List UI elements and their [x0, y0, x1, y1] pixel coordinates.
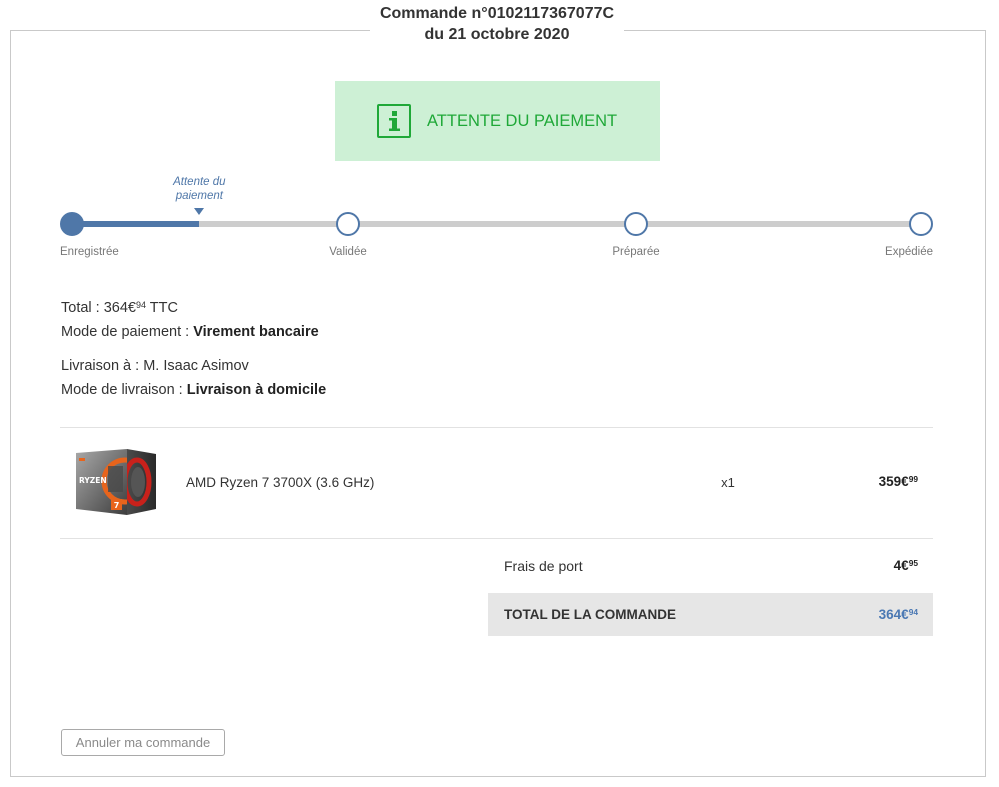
product-name[interactable]: AMD Ryzen 7 3700X (3.6 GHz) [186, 474, 374, 492]
divider [60, 538, 933, 539]
step-label-validated: Validée [329, 246, 367, 258]
box-badge-text: 7 [114, 501, 120, 510]
summary-payment-line: Mode de paiement : Virement bancaire [61, 320, 319, 344]
summary-total-label: Total : [61, 300, 100, 316]
shipping-cents: 95 [908, 558, 918, 569]
summary-total-line: Total : 364€94 TTC [61, 296, 319, 320]
summary-delivery-mode-value: Livraison à domicile [186, 382, 327, 398]
summary-total-euros: 364€ [103, 300, 136, 316]
order-header: Commande n°0102117367077C du 21 octobre … [370, 3, 624, 45]
product-price-euros: 359€ [878, 474, 909, 489]
summary-total-suffix: TTC [149, 300, 178, 316]
progress-step-validated [336, 212, 360, 236]
divider [60, 427, 933, 428]
product-price: 359€99 [879, 473, 918, 492]
summary-delivery-to-line: Livraison à : M. Isaac Asimov [61, 354, 326, 378]
marker-arrow-down-icon [194, 208, 205, 215]
order-total-cents: 94 [908, 607, 918, 618]
shipping-amount: 4€95 [894, 557, 918, 576]
product-image[interactable]: RYZEN 7 [75, 448, 157, 516]
cancel-order-button[interactable]: Annuler ma commande [61, 729, 225, 756]
summary-payment-label: Mode de paiement : [61, 324, 190, 340]
shipping-euros: 4€ [893, 558, 909, 573]
order-total-bar: TOTAL DE LA COMMANDE 364€94 [488, 593, 933, 636]
order-total-amount: 364€94 [879, 607, 918, 622]
progress-current-label-line1: Attente du [173, 176, 226, 188]
progress-track [72, 221, 921, 227]
shipping-label: Frais de port [504, 558, 583, 574]
order-summary-delivery: Livraison à : M. Isaac Asimov Mode de li… [61, 354, 326, 402]
summary-delivery-to-value: M. Isaac Asimov [143, 358, 249, 374]
status-banner: ATTENTE DU PAIEMENT [335, 81, 660, 161]
progress-current-marker: Attente du paiement [154, 175, 244, 215]
step-label-registered: Enregistrée [60, 246, 119, 258]
progress-current-label-line2: paiement [175, 190, 223, 202]
progress-step-shipped [909, 212, 933, 236]
step-label-prepared: Préparée [612, 246, 660, 258]
summary-total-cents: 94 [135, 299, 146, 310]
order-date: du 21 octobre 2020 [424, 26, 570, 43]
progress-fill [72, 221, 200, 227]
progress-step-prepared [624, 212, 648, 236]
box-brand-text: RYZEN [79, 476, 107, 485]
summary-payment-value: Virement bancaire [193, 324, 319, 340]
summary-delivery-to-label: Livraison à : [61, 358, 140, 374]
summary-delivery-mode-label: Mode de livraison : [61, 382, 183, 398]
order-total-euros: 364€ [878, 607, 909, 622]
info-icon [377, 104, 411, 138]
summary-delivery-mode-line: Mode de livraison : Livraison à domicile [61, 378, 326, 402]
order-total-label: TOTAL DE LA COMMANDE [504, 607, 676, 622]
product-price-cents: 99 [908, 474, 918, 485]
order-progress-tracker: Attente du paiement [60, 176, 933, 236]
product-quantity: x1 [721, 475, 735, 490]
progress-step-registered [60, 212, 84, 236]
status-label: ATTENTE DU PAIEMENT [427, 111, 618, 130]
order-summary-payment: Total : 364€94 TTC Mode de paiement : Vi… [61, 296, 319, 344]
step-label-shipped: Expédiée [885, 246, 933, 258]
order-title: Commande n°0102117367077C [379, 5, 615, 22]
